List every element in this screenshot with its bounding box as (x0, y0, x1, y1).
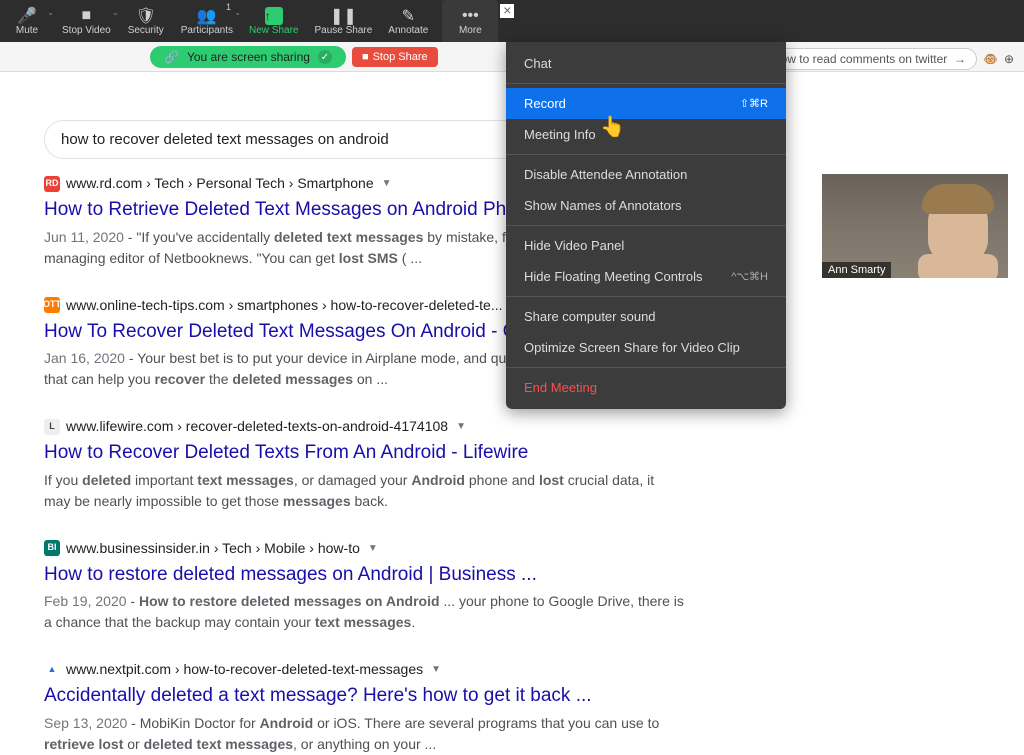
result-breadcrumb: ▲ www.nextpit.com › how-to-recover-delete… (44, 659, 684, 680)
search-result: BI www.businessinsider.in › Tech › Mobile… (44, 538, 684, 634)
participants-count: 1 (226, 2, 231, 12)
crumb-text: www.online-tech-tips.com › smartphones ›… (66, 295, 503, 316)
chevron-down-icon[interactable]: ⌄ (112, 8, 119, 17)
stop-share-label: Stop Share (373, 51, 428, 63)
pause-share-button[interactable]: ❚❚Pause Share (306, 0, 380, 42)
more-label: More (459, 25, 482, 36)
participants-label: Participants (181, 25, 233, 36)
people-icon: 👥 (197, 7, 217, 25)
result-snippet: Sep 13, 2020 - MobiKin Doctor for Androi… (44, 713, 684, 755)
extension-icon[interactable]: ⊕ (1004, 52, 1014, 66)
video-panel[interactable]: Ann Smarty (822, 174, 1008, 278)
crumb-text: www.lifewire.com › recover-deleted-texts… (66, 416, 448, 437)
annotate-button[interactable]: ✎Annotate (380, 0, 436, 42)
share-status-bar: 🔗 You are screen sharing ✓ ■ Stop Share (150, 46, 438, 68)
crumb-text: www.rd.com › Tech › Personal Tech › Smar… (66, 173, 374, 194)
favicon: BI (44, 540, 60, 556)
pencil-icon: ✎ (402, 7, 415, 25)
browser-right-controls: how to read comments on twitter → 🐵 ⊕ (763, 48, 1014, 70)
result-title[interactable]: How to restore deleted messages on Andro… (44, 561, 684, 590)
stop-icon: ■ (362, 51, 369, 63)
more-dropdown-menu: Chat Record⇧⌘R Meeting Info Disable Atte… (506, 42, 786, 409)
menu-record[interactable]: Record⇧⌘R (506, 88, 786, 119)
result-title[interactable]: How to Recover Deleted Texts From An And… (44, 439, 684, 468)
chevron-down-icon[interactable]: ⌄ (47, 8, 54, 17)
crumb-text: www.businessinsider.in › Tech › Mobile ›… (66, 538, 360, 559)
menu-hide-video[interactable]: Hide Video Panel (506, 230, 786, 261)
microphone-icon: 🎤 (17, 7, 37, 25)
mute-label: Mute (16, 25, 38, 36)
video-icon: ■ (82, 7, 92, 25)
menu-disable-annotation[interactable]: Disable Attendee Annotation (506, 159, 786, 190)
search-suggestion[interactable]: how to read comments on twitter → (763, 48, 977, 70)
menu-separator (506, 154, 786, 155)
menu-separator (506, 367, 786, 368)
shortcut: ^⌥⌘H (731, 270, 768, 283)
result-breadcrumb: Lwww.lifewire.com › recover-deleted-text… (44, 416, 684, 437)
favicon: L (44, 419, 60, 435)
new-share-label: New Share (249, 25, 298, 36)
favicon: ▲ (44, 662, 60, 678)
favicon: RD (44, 176, 60, 192)
share-status-pill: 🔗 You are screen sharing ✓ (150, 46, 346, 68)
result-breadcrumb: BI www.businessinsider.in › Tech › Mobile… (44, 538, 684, 559)
menu-show-names[interactable]: Show Names of Annotators (506, 190, 786, 221)
cursor-icon: 👆 (600, 114, 625, 139)
search-result: Lwww.lifewire.com › recover-deleted-text… (44, 416, 684, 512)
mute-button[interactable]: 🎤Mute ⌄ (0, 0, 54, 42)
zoom-toolbar: 🎤Mute⌄ ■Stop Video⌄ 🛡Security 👥1Particip… (0, 0, 1024, 42)
menu-hide-floating[interactable]: Hide Floating Meeting Controls^⌥⌘H (506, 261, 786, 292)
menu-separator (506, 225, 786, 226)
chevron-down-icon[interactable]: ▼ (382, 176, 392, 191)
security-button[interactable]: 🛡Security (119, 0, 173, 42)
security-label: Security (128, 25, 164, 36)
check-icon: ✓ (318, 50, 332, 64)
chevron-down-icon[interactable]: ▼ (368, 541, 378, 556)
share-status-text: You are screen sharing (187, 50, 310, 64)
menu-share-sound[interactable]: Share computer sound (506, 301, 786, 332)
result-snippet: Feb 19, 2020 - How to restore deleted me… (44, 591, 684, 633)
participants-button[interactable]: 👥 1 Participants⌄ (173, 0, 241, 42)
chevron-down-icon[interactable]: ⌄ (234, 8, 241, 17)
chevron-down-icon[interactable]: ▼ (456, 419, 466, 434)
menu-meeting-info[interactable]: Meeting Info (506, 119, 786, 150)
crumb-text: www.nextpit.com › how-to-recover-deleted… (66, 659, 423, 680)
chevron-down-icon[interactable]: ▼ (431, 662, 441, 677)
shield-icon: 🛡 (136, 7, 156, 25)
result-snippet: If you deleted important text messages, … (44, 470, 684, 512)
stop-video-label: Stop Video (62, 25, 111, 36)
link-icon: 🔗 (164, 50, 179, 64)
more-button[interactable]: •••More (442, 0, 498, 42)
dots-icon: ••• (462, 7, 479, 25)
pause-share-label: Pause Share (314, 25, 372, 36)
menu-separator (506, 296, 786, 297)
participant-name: Ann Smarty (822, 262, 891, 278)
menu-chat[interactable]: Chat (506, 48, 786, 79)
new-share-button[interactable]: ↑New Share (241, 0, 306, 42)
annotate-label: Annotate (388, 25, 428, 36)
result-title[interactable]: Accidentally deleted a text message? Her… (44, 682, 684, 711)
shortcut: ⇧⌘R (740, 97, 768, 110)
share-up-icon: ↑ (265, 7, 283, 25)
search-result: ▲ www.nextpit.com › how-to-recover-delete… (44, 659, 684, 755)
menu-optimize[interactable]: Optimize Screen Share for Video Clip (506, 332, 786, 363)
search-query-text: how to recover deleted text messages on … (61, 131, 389, 148)
favicon: OTT (44, 297, 60, 313)
extension-icon[interactable]: 🐵 (983, 52, 998, 66)
stop-share-button[interactable]: ■ Stop Share (352, 47, 438, 67)
menu-end-meeting[interactable]: End Meeting (506, 372, 786, 403)
pause-icon: ❚❚ (330, 7, 357, 25)
menu-separator (506, 83, 786, 84)
stop-video-button[interactable]: ■Stop Video⌄ (54, 0, 119, 42)
